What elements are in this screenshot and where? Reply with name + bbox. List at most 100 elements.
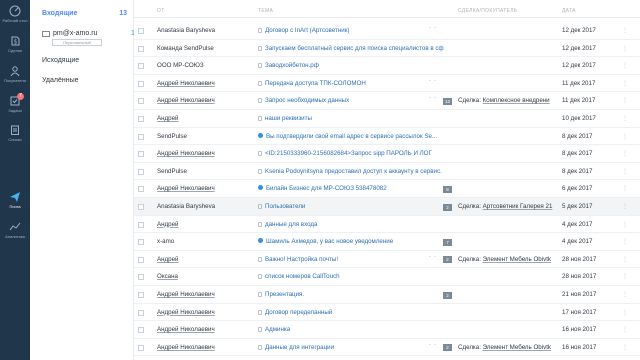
mail-row[interactable]: Андрей Николаевич Договор переделанный 17 … [134,304,640,322]
mail-row[interactable]: Андрей Николаевич Данные для интеграции ⌒ 2… [134,339,640,357]
row-subject[interactable]: Данные для интеграции [258,344,444,352]
row-sender[interactable]: Андрей Николаевич [157,309,253,317]
row-subject[interactable]: <ID:2150333960-2156082684>Запрос sipp ПА… [258,150,444,158]
nav-lists[interactable]: Списки [0,124,30,142]
row-sender[interactable]: Андрей Николаевич [157,326,253,334]
nav-deals[interactable]: $ Сделки [0,35,30,53]
mail-row[interactable]: SendPulse Вы подтвердили свой email адрес… [134,128,640,146]
row-checkbox[interactable] [138,327,144,334]
mail-row[interactable]: SendPulse Ksenia Podoynitsyna предоставил… [134,163,640,181]
row-more-icon[interactable]: ⋮ [622,133,628,141]
row-checkbox[interactable] [138,168,144,175]
row-subject[interactable]: данные для входа [258,221,444,229]
mail-row[interactable]: Андрей Николаевич <ID:2150333960-21560826… [134,145,640,163]
row-deal-link[interactable]: Комплексное внедрени [483,97,550,104]
row-subject[interactable]: Ksenia Podoynitsyna предоставил доступ к… [258,168,444,176]
row-subject[interactable]: Важно! Настройка почты! [258,256,444,264]
nav-mail[interactable]: Почта [0,191,30,209]
row-more-icon[interactable]: ⋮ [622,291,628,299]
row-more-icon[interactable]: ⋮ [622,273,628,281]
row-more-icon[interactable]: ⋮ [622,344,628,352]
row-sender[interactable]: Андрей Николаевич [157,97,253,105]
row-sender[interactable]: Anastasia Barysheva [157,27,253,35]
mail-row[interactable]: Андрей наши реквизиты 10 дек 2017 ⋮ [134,110,640,128]
nav-analytics[interactable]: Аналитика [0,221,30,239]
row-subject[interactable]: Презентация. [258,291,444,299]
row-more-icon[interactable]: ⋮ [622,309,628,317]
row-sender[interactable]: Андрей [157,221,253,229]
row-more-icon[interactable]: ⋮ [622,27,628,35]
row-checkbox[interactable] [138,256,144,263]
row-sender[interactable]: Андрей [157,256,253,264]
row-checkbox[interactable] [138,151,144,158]
row-checkbox[interactable] [138,186,144,193]
nav-tasks[interactable]: 7 Задачи [0,93,30,113]
row-subject[interactable]: Заводхойбетон.рф [258,62,444,70]
row-sender[interactable]: Андрей Николаевич [157,150,253,158]
folder-deleted[interactable]: Удалённые [42,77,127,84]
mail-row[interactable]: Оксана список номеров CallTouch 28 ноя 201… [134,268,640,286]
row-sender[interactable]: Андрей Николаевич [157,185,253,193]
mail-row[interactable]: Андрей Николаевич Запрос необходимых данн… [134,92,640,110]
mail-row[interactable]: Anastasia Barysheva Пользователи 2 Сделка: … [134,198,640,216]
row-checkbox[interactable] [138,274,144,281]
row-sender[interactable]: Андрей [157,115,253,123]
row-more-icon[interactable]: ⋮ [622,256,628,264]
row-checkbox[interactable] [138,45,144,52]
row-subject[interactable]: Пользователи [258,203,444,211]
header-date[interactable]: ДАТА [562,8,576,14]
row-checkbox[interactable] [138,133,144,140]
row-checkbox[interactable] [138,28,144,34]
row-subject[interactable]: Вы подтвердили свой email адрес в сервис… [258,132,444,141]
mail-row[interactable]: Андрей Николаевич Билайн Бизнес для МР-СО… [134,180,640,198]
row-sender[interactable]: Оксана [157,273,253,281]
mail-row[interactable]: Андрей Николаевич Передача доступа ТПК-СО… [134,75,640,93]
folder-sent[interactable]: Исходящие [42,57,127,64]
row-subject[interactable]: Запрос необходимых данных [258,97,444,105]
row-more-icon[interactable]: ⋮ [622,221,628,229]
row-sender[interactable]: Андрей Николаевич [157,344,253,352]
row-sender[interactable]: ООО МР-СОЮЗ [157,62,253,70]
row-more-icon[interactable]: ⋮ [622,80,628,88]
folder-inbox[interactable]: Входящие 13 [42,10,127,17]
row-more-icon[interactable]: ⋮ [622,326,628,334]
mail-row[interactable]: ООО МР-СОЮЗ Заводхойбетон.рф 12 дек 2017 ⋮ [134,57,640,75]
row-subject[interactable]: список номеров CallTouch [258,273,444,281]
row-more-icon[interactable]: ⋮ [622,45,628,53]
row-sender[interactable]: Андрей Николаевич [157,291,253,299]
mail-row[interactable]: Андрей Николаевич Админка 16 ноя 2017 ⋮ [134,321,640,339]
row-sender[interactable]: SendPulse [157,133,253,141]
header-from[interactable]: ОТ [157,8,165,14]
row-subject[interactable]: наши реквизиты [258,115,444,123]
mail-row[interactable]: Андрей Важно! Настройка почты! ⌒ 2 Сделка: Э… [134,251,640,269]
mail-row[interactable]: Команда SendPulse Запускаем бесплатный се… [134,40,640,58]
row-more-icon[interactable]: ⋮ [622,150,628,158]
row-more-icon[interactable]: ⋮ [622,97,628,105]
row-subject[interactable]: Админка [258,326,444,334]
nav-dashboard[interactable]: Рабочий стол [0,5,30,23]
mail-row[interactable]: Anastasia Barysheva Договор с InArt (Артс… [134,22,640,40]
mail-row[interactable]: АндрейДанные для ИНТ "МР-СОЮЗ"⌒4Сделка: … [134,356,640,360]
row-more-icon[interactable]: ⋮ [622,115,628,123]
row-subject[interactable]: Запускаем бесплатный сервис для поиска с… [258,45,444,53]
nav-customers[interactable]: Покупатели [0,65,30,83]
row-checkbox[interactable] [138,204,144,210]
row-more-icon[interactable]: ⋮ [622,238,628,246]
mail-row[interactable]: Андрей Николаевич Презентация. 2 21 ноя 201… [134,286,640,304]
header-subject[interactable]: ТЕМА [258,8,273,14]
row-checkbox[interactable] [138,98,144,105]
row-more-icon[interactable]: ⋮ [622,168,628,176]
row-checkbox[interactable] [138,292,144,298]
row-checkbox[interactable] [138,344,144,351]
row-subject[interactable]: Билайн Бизнес для МР-СОЮЗ 538478082 [258,185,444,193]
row-checkbox[interactable] [138,63,144,70]
row-deal-link[interactable]: Элемент Мебель Obivtk [483,344,551,351]
row-checkbox[interactable] [138,116,144,122]
row-more-icon[interactable]: ⋮ [622,185,628,193]
row-subject[interactable]: Договор с InArt (Артсоветник) [258,27,444,35]
row-more-icon[interactable]: ⋮ [622,62,628,70]
row-subject[interactable]: Передача доступа ТПК-СОЛОМОН [258,80,444,88]
row-checkbox[interactable] [138,221,144,228]
row-sender[interactable]: Андрей Николаевич [157,80,253,88]
mail-row[interactable]: Андрей данные для входа 4 дек 2017 ⋮ [134,216,640,234]
